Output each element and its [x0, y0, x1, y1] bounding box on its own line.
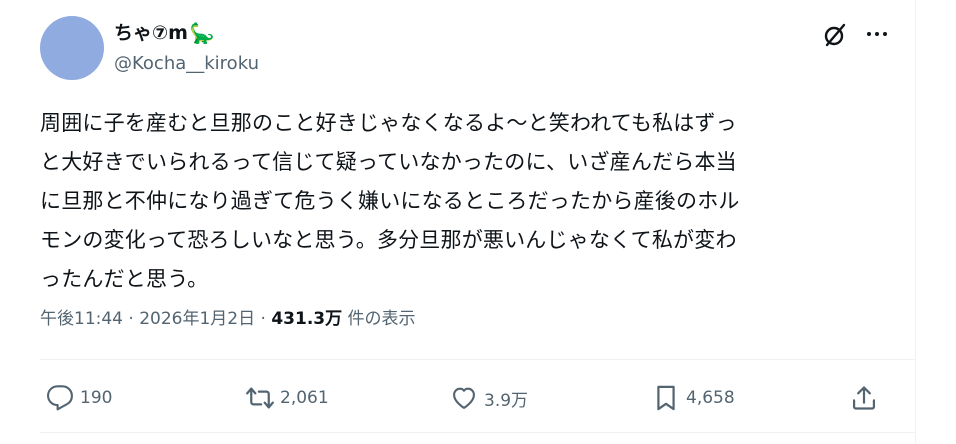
repost-icon	[246, 387, 274, 409]
grok-icon[interactable]	[822, 22, 848, 48]
dinosaur-emoji: 🦕	[189, 21, 215, 45]
reply-icon	[46, 385, 73, 411]
views-count[interactable]: 431.3万	[271, 309, 342, 329]
tweet-meta: 午後11:44 · 2026年1月2日 · 431.3万 件の表示	[40, 306, 416, 332]
more-icon[interactable]	[865, 22, 889, 46]
repost-button[interactable]: 2,061	[246, 376, 329, 420]
meta-separator: ·	[260, 309, 266, 329]
views-label[interactable]: 件の表示	[348, 309, 416, 329]
heart-icon	[453, 387, 475, 409]
like-button[interactable]: 3.9万	[450, 376, 528, 420]
author-name[interactable]: ちゃ⑦m 🦕	[114, 20, 215, 46]
bookmark-button[interactable]: 4,658	[652, 376, 735, 420]
reply-count: 190	[80, 388, 113, 408]
meta-separator: ·	[128, 309, 134, 329]
tweet-date[interactable]: 2026年1月2日	[139, 309, 255, 329]
divider	[40, 359, 916, 360]
tweet-text: 周囲に子を産むと旦那のこと好きじゃなくなるよ〜と笑われても私はずっ と大好きでい…	[40, 111, 740, 291]
tweet-card: ちゃ⑦m 🦕 @Kocha__kiroku 周囲に子を産むと旦那のこと好きじゃな…	[0, 0, 916, 444]
divider	[40, 432, 916, 433]
like-count: 3.9万	[484, 390, 529, 411]
bookmark-icon	[657, 385, 675, 411]
bookmark-count: 4,658	[686, 388, 735, 408]
tweet-time[interactable]: 午後11:44	[40, 309, 123, 329]
author-handle[interactable]: @Kocha__kiroku	[114, 52, 259, 76]
display-name[interactable]: ちゃ⑦m	[114, 20, 188, 46]
share-button[interactable]	[850, 376, 878, 420]
action-bar: 190 2,061 3.9万 4,658	[40, 376, 916, 420]
share-icon	[852, 386, 876, 410]
avatar[interactable]	[40, 16, 104, 80]
reply-button[interactable]: 190	[46, 376, 112, 420]
repost-count: 2,061	[280, 388, 329, 408]
